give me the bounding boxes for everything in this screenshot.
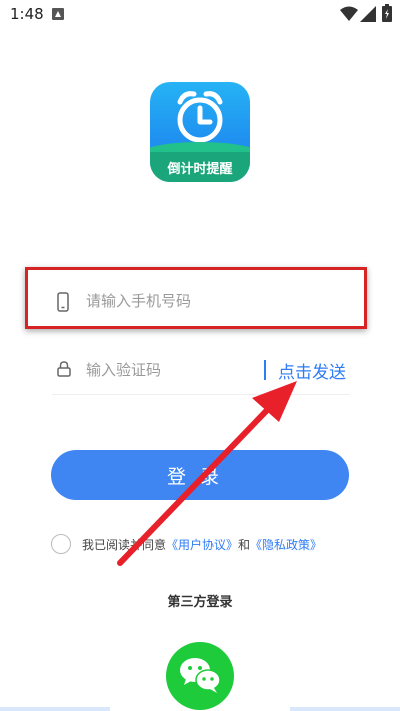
status-time: 1:48 <box>10 5 44 23</box>
agreement-conjunction: 和 <box>238 538 251 552</box>
notification-icon <box>52 8 64 20</box>
battery-icon <box>382 4 392 22</box>
bottom-hint-bar-right <box>290 707 400 711</box>
signal-icon <box>360 6 376 22</box>
wechat-icon <box>180 658 221 693</box>
send-code-divider <box>264 360 266 380</box>
privacy-policy-link[interactable]: 《隐私政策》 <box>250 538 322 552</box>
phone-icon <box>57 292 69 312</box>
lock-icon <box>57 361 71 377</box>
wifi-icon <box>340 6 358 21</box>
app-logo: 倒计时提醒 <box>150 82 250 182</box>
send-code-button[interactable]: 点击发送 <box>278 358 346 383</box>
agreement-checkbox[interactable] <box>51 534 71 554</box>
phone-input[interactable] <box>86 289 336 313</box>
login-button[interactable]: 登录 <box>51 450 349 500</box>
third-party-login-title: 第三方登录 <box>167 595 233 610</box>
agreement-prefix: 我已阅读并同意 <box>82 538 167 552</box>
user-agreement-link[interactable]: 《用户协议》 <box>166 538 238 552</box>
agreement-text: 我已阅读并同意《用户协议》和《隐私政策》 <box>82 536 322 553</box>
status-bar: 1:48 <box>0 0 400 28</box>
brand-name: 倒计时提醒 <box>167 162 233 177</box>
alarm-clock-icon <box>177 91 223 143</box>
verification-code-input[interactable] <box>86 358 246 382</box>
bottom-hint-bar-left <box>0 707 110 711</box>
